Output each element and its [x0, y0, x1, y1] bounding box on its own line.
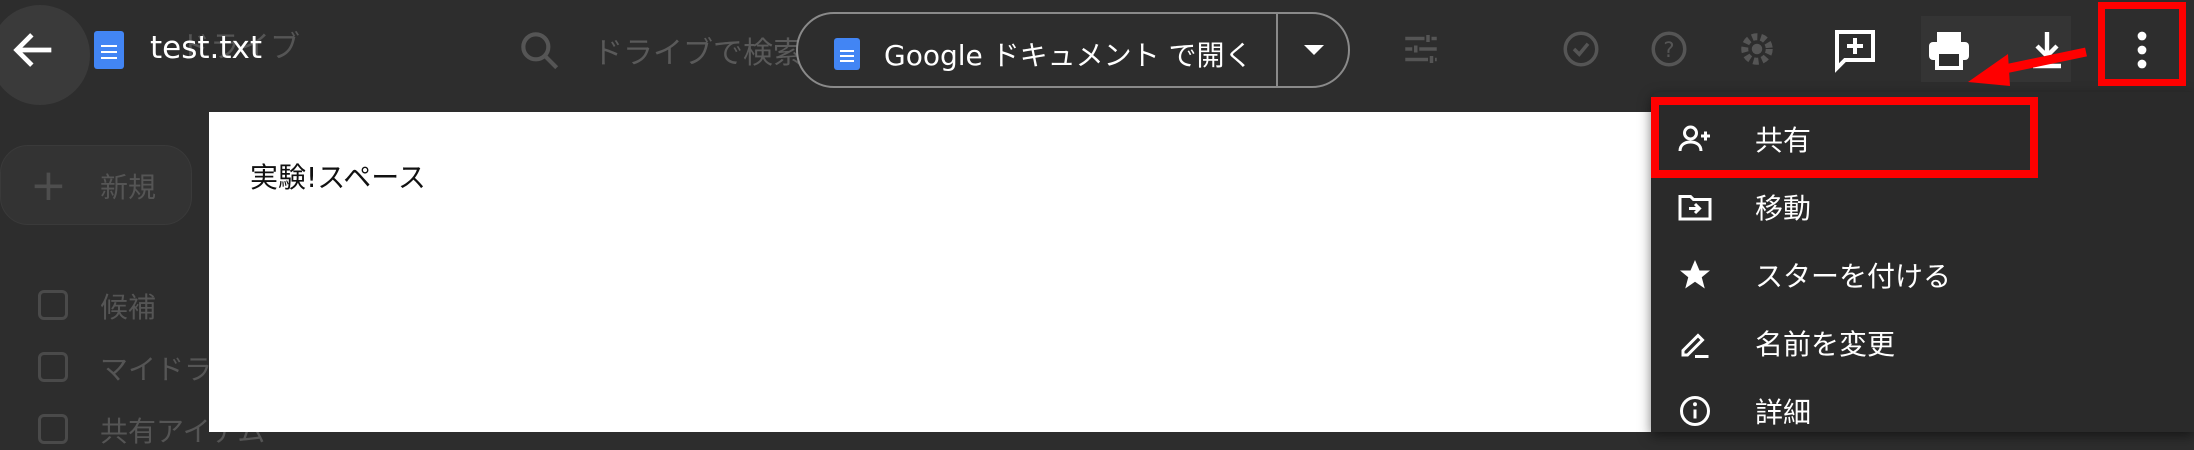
new-button-label: 新規	[100, 171, 157, 204]
open-with-dropdown-button[interactable]	[1278, 14, 1350, 86]
file-preview-toolbar: test.txt Google ドキュメント で開く	[0, 0, 2194, 100]
people-icon	[38, 414, 68, 444]
plus-icon: +	[30, 160, 67, 211]
drive-folder-icon	[38, 352, 68, 382]
file-name: test.txt	[150, 30, 263, 66]
dropdown-triangle-icon	[1304, 45, 1324, 55]
google-docs-icon	[834, 38, 860, 70]
annotation-arrow-icon	[1968, 47, 2087, 86]
menu-item-label: スターを付ける	[1755, 260, 1952, 293]
info-icon	[1680, 396, 1710, 426]
document-preview: 実験!スペース	[209, 112, 1659, 432]
star-icon	[1680, 260, 1710, 289]
check-square-icon	[38, 290, 68, 320]
text-file-icon	[94, 31, 124, 69]
document-content: 実験!スペース	[250, 161, 426, 194]
menu-item-label: 移動	[1755, 192, 1812, 225]
open-with-google-docs-button[interactable]: Google ドキュメント で開く	[798, 14, 1276, 86]
menu-item-details[interactable]: 詳細	[1651, 375, 2194, 443]
menu-item-move[interactable]: 移動	[1651, 171, 2194, 239]
open-with-button-group: Google ドキュメント で開く	[796, 12, 1350, 88]
menu-item-label: 名前を変更	[1755, 328, 1896, 361]
menu-item-rename[interactable]: 名前を変更	[1651, 307, 2194, 375]
add-comment-icon[interactable]	[1831, 26, 1879, 74]
nav-item-suggested: 候補	[100, 291, 157, 324]
menu-item-label: 詳細	[1755, 396, 1812, 429]
move-folder-icon	[1678, 195, 1712, 221]
new-button	[0, 145, 192, 225]
rename-pen-icon	[1681, 333, 1709, 358]
kebab-highlight-box	[2098, 2, 2186, 86]
open-with-label: Google ドキュメント で開く	[884, 39, 1253, 72]
menu-item-star[interactable]: スターを付ける	[1651, 239, 2194, 307]
back-arrow-icon[interactable]	[8, 24, 60, 76]
share-highlight-box	[1651, 97, 2038, 178]
